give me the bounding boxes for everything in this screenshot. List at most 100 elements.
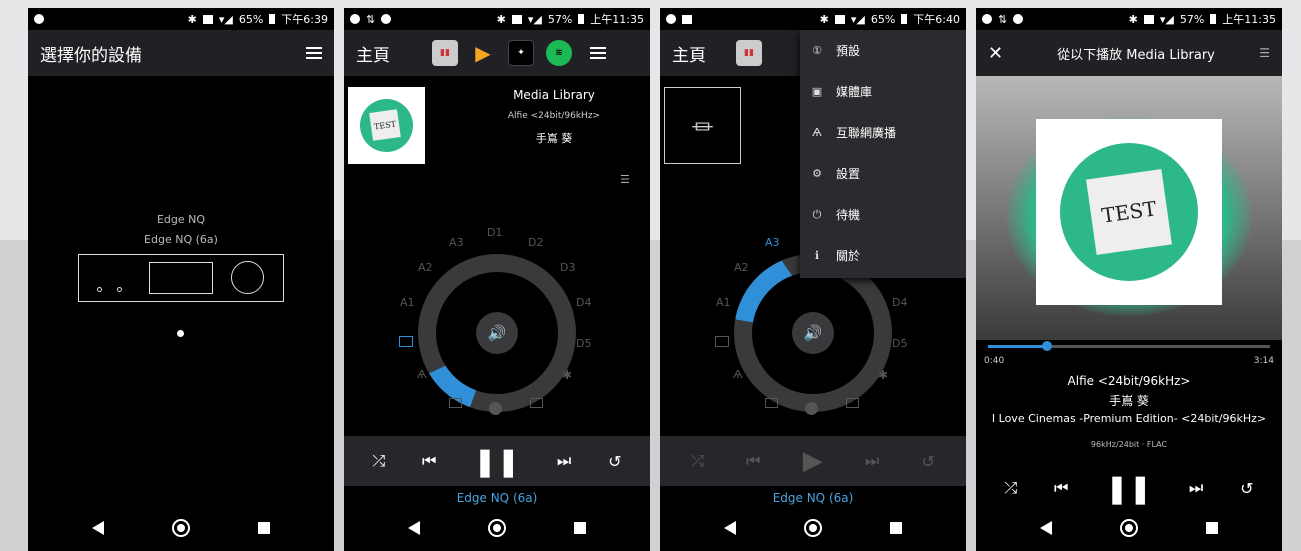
- power-icon: ⏻: [812, 207, 822, 221]
- tidal-icon[interactable]: ✦: [508, 40, 534, 66]
- bluetooth-zone-icon[interactable]: ✱: [878, 368, 888, 382]
- bluetooth-icon: ✱: [496, 12, 506, 26]
- connected-device[interactable]: Edge NQ (6a): [660, 491, 966, 505]
- page-title: 主頁: [672, 45, 706, 66]
- nav-bar: [976, 505, 1282, 551]
- back-icon[interactable]: [92, 521, 104, 535]
- zone-label[interactable]: D5: [576, 337, 591, 350]
- menu-item-label: 預設: [836, 44, 861, 58]
- media-library-zone-icon[interactable]: [715, 336, 729, 347]
- menu-item-standby[interactable]: ⏻ 待機: [800, 194, 966, 235]
- home-icon[interactable]: [804, 519, 822, 537]
- internet-radio-zone-icon[interactable]: Ѧ: [417, 368, 427, 381]
- recents-icon[interactable]: [890, 522, 902, 534]
- zone-label[interactable]: A1: [400, 296, 415, 309]
- cast-zone-icon[interactable]: [765, 398, 778, 408]
- recents-icon[interactable]: [258, 522, 270, 534]
- zone-label[interactable]: A3: [449, 236, 464, 249]
- home-icon[interactable]: [488, 519, 506, 537]
- queue-icon[interactable]: ☰: [1259, 46, 1270, 60]
- cover-text: TEST: [1100, 196, 1158, 228]
- shuffle-icon[interactable]: ⤮: [372, 451, 385, 471]
- pause-icon[interactable]: ❚❚: [473, 445, 520, 478]
- previous-icon[interactable]: ⏮: [746, 451, 760, 471]
- recents-icon[interactable]: [1206, 522, 1218, 534]
- media-library-service-icon[interactable]: ▮▮: [736, 40, 762, 66]
- notification-icon: [34, 14, 44, 24]
- spotify-icon[interactable]: ≋: [546, 40, 572, 66]
- page-title: 主頁: [356, 45, 390, 66]
- signal-icon: ▾◢: [218, 12, 233, 26]
- next-icon[interactable]: ⏭: [1189, 478, 1203, 498]
- nfc-icon: [511, 14, 522, 24]
- progress-track[interactable]: [988, 341, 1270, 351]
- repeat-icon[interactable]: ↺: [921, 452, 934, 471]
- album-cover[interactable]: TEST: [348, 87, 425, 164]
- previous-icon[interactable]: ⏮: [1054, 478, 1068, 498]
- internet-radio-zone-icon[interactable]: Ѧ: [733, 368, 743, 381]
- progress-thumb[interactable]: [1042, 341, 1053, 351]
- repeat-icon[interactable]: ↺: [608, 452, 621, 471]
- app-bar: ✕ 從以下播放 Media Library ☰: [976, 30, 1282, 76]
- artist-name: 手嶌 葵: [535, 132, 573, 145]
- media-library-zone-icon[interactable]: [399, 336, 413, 347]
- menu-item-about[interactable]: ℹ 關於: [800, 235, 966, 276]
- zone-label[interactable]: A2: [418, 261, 433, 274]
- spotify-zone-icon[interactable]: [489, 402, 502, 415]
- airplay-zone-icon[interactable]: [846, 398, 859, 408]
- next-icon[interactable]: ⏭: [557, 451, 571, 471]
- device-card[interactable]: [78, 254, 284, 302]
- back-icon[interactable]: [1040, 521, 1052, 535]
- app-bar: 主頁 ▮▮ ▶ ✦ ≋: [344, 30, 650, 76]
- next-icon[interactable]: ⏭: [865, 451, 879, 471]
- shuffle-icon[interactable]: ⤮: [1004, 478, 1017, 498]
- back-icon[interactable]: [408, 521, 420, 535]
- close-icon[interactable]: ✕: [988, 43, 1003, 64]
- menu-item-settings[interactable]: ⚙ 設置: [800, 153, 966, 194]
- recents-icon[interactable]: [574, 522, 586, 534]
- menu-item-presets[interactable]: ① 預設: [800, 30, 966, 71]
- page-title: 選擇你的設備: [40, 45, 142, 66]
- nav-bar: [344, 505, 650, 551]
- airplay-zone-icon[interactable]: [530, 398, 543, 408]
- zone-label[interactable]: D4: [576, 296, 591, 309]
- previous-icon[interactable]: ⏮: [422, 451, 436, 471]
- app-bar: 選擇你的設備: [28, 30, 334, 76]
- album-cover: TEST: [1036, 119, 1222, 305]
- track-title: Alfie <24bit/96kHz>: [1067, 374, 1191, 388]
- menu-item-media-library[interactable]: ▣ 媒體庫: [800, 71, 966, 112]
- spotify-zone-icon[interactable]: [805, 402, 818, 415]
- hamburger-menu-icon[interactable]: [306, 47, 322, 59]
- cover-note: TEST: [369, 109, 401, 141]
- shuffle-icon[interactable]: ⤮: [691, 451, 704, 471]
- clock: 下午6:40: [913, 13, 960, 26]
- bluetooth-zone-icon[interactable]: ✱: [562, 368, 572, 382]
- zone-label[interactable]: D1: [487, 226, 502, 239]
- status-bar: ⇅ ✱ ▾◢ 57% 上午11:35: [976, 8, 1282, 30]
- home-icon[interactable]: [172, 519, 190, 537]
- connected-device[interactable]: Edge NQ (6a): [344, 491, 650, 505]
- home-icon[interactable]: [1120, 519, 1138, 537]
- menu-item-internet-radio[interactable]: Ѧ 互聯網廣播: [800, 112, 966, 153]
- volume-button[interactable]: 🔊: [792, 312, 834, 354]
- volume-button[interactable]: 🔊: [476, 312, 518, 354]
- repeat-icon[interactable]: ↺: [1240, 479, 1253, 498]
- music-service-icon[interactable]: ▶: [470, 40, 496, 66]
- zone-label[interactable]: D4: [892, 296, 907, 309]
- back-icon[interactable]: [724, 521, 736, 535]
- pause-icon[interactable]: ❚❚: [1105, 472, 1152, 505]
- source-art[interactable]: ⏛: [664, 87, 741, 164]
- play-icon[interactable]: ▶: [803, 446, 823, 476]
- zone-label[interactable]: A1: [716, 296, 731, 309]
- zone-label[interactable]: D2: [528, 236, 543, 249]
- zone-label-active[interactable]: A3: [765, 236, 780, 249]
- hamburger-menu-icon[interactable]: [590, 47, 606, 59]
- media-library-service-icon[interactable]: ▮▮: [432, 40, 458, 66]
- album-name: I Love Cinemas -Premium Edition- <24bit/…: [991, 412, 1267, 425]
- cast-zone-icon[interactable]: [449, 398, 462, 408]
- notification-icon: [982, 14, 992, 24]
- zone-label[interactable]: A2: [734, 261, 749, 274]
- zone-label[interactable]: D3: [560, 261, 575, 274]
- zone-label[interactable]: D5: [892, 337, 907, 350]
- queue-icon[interactable]: ☰: [620, 173, 630, 186]
